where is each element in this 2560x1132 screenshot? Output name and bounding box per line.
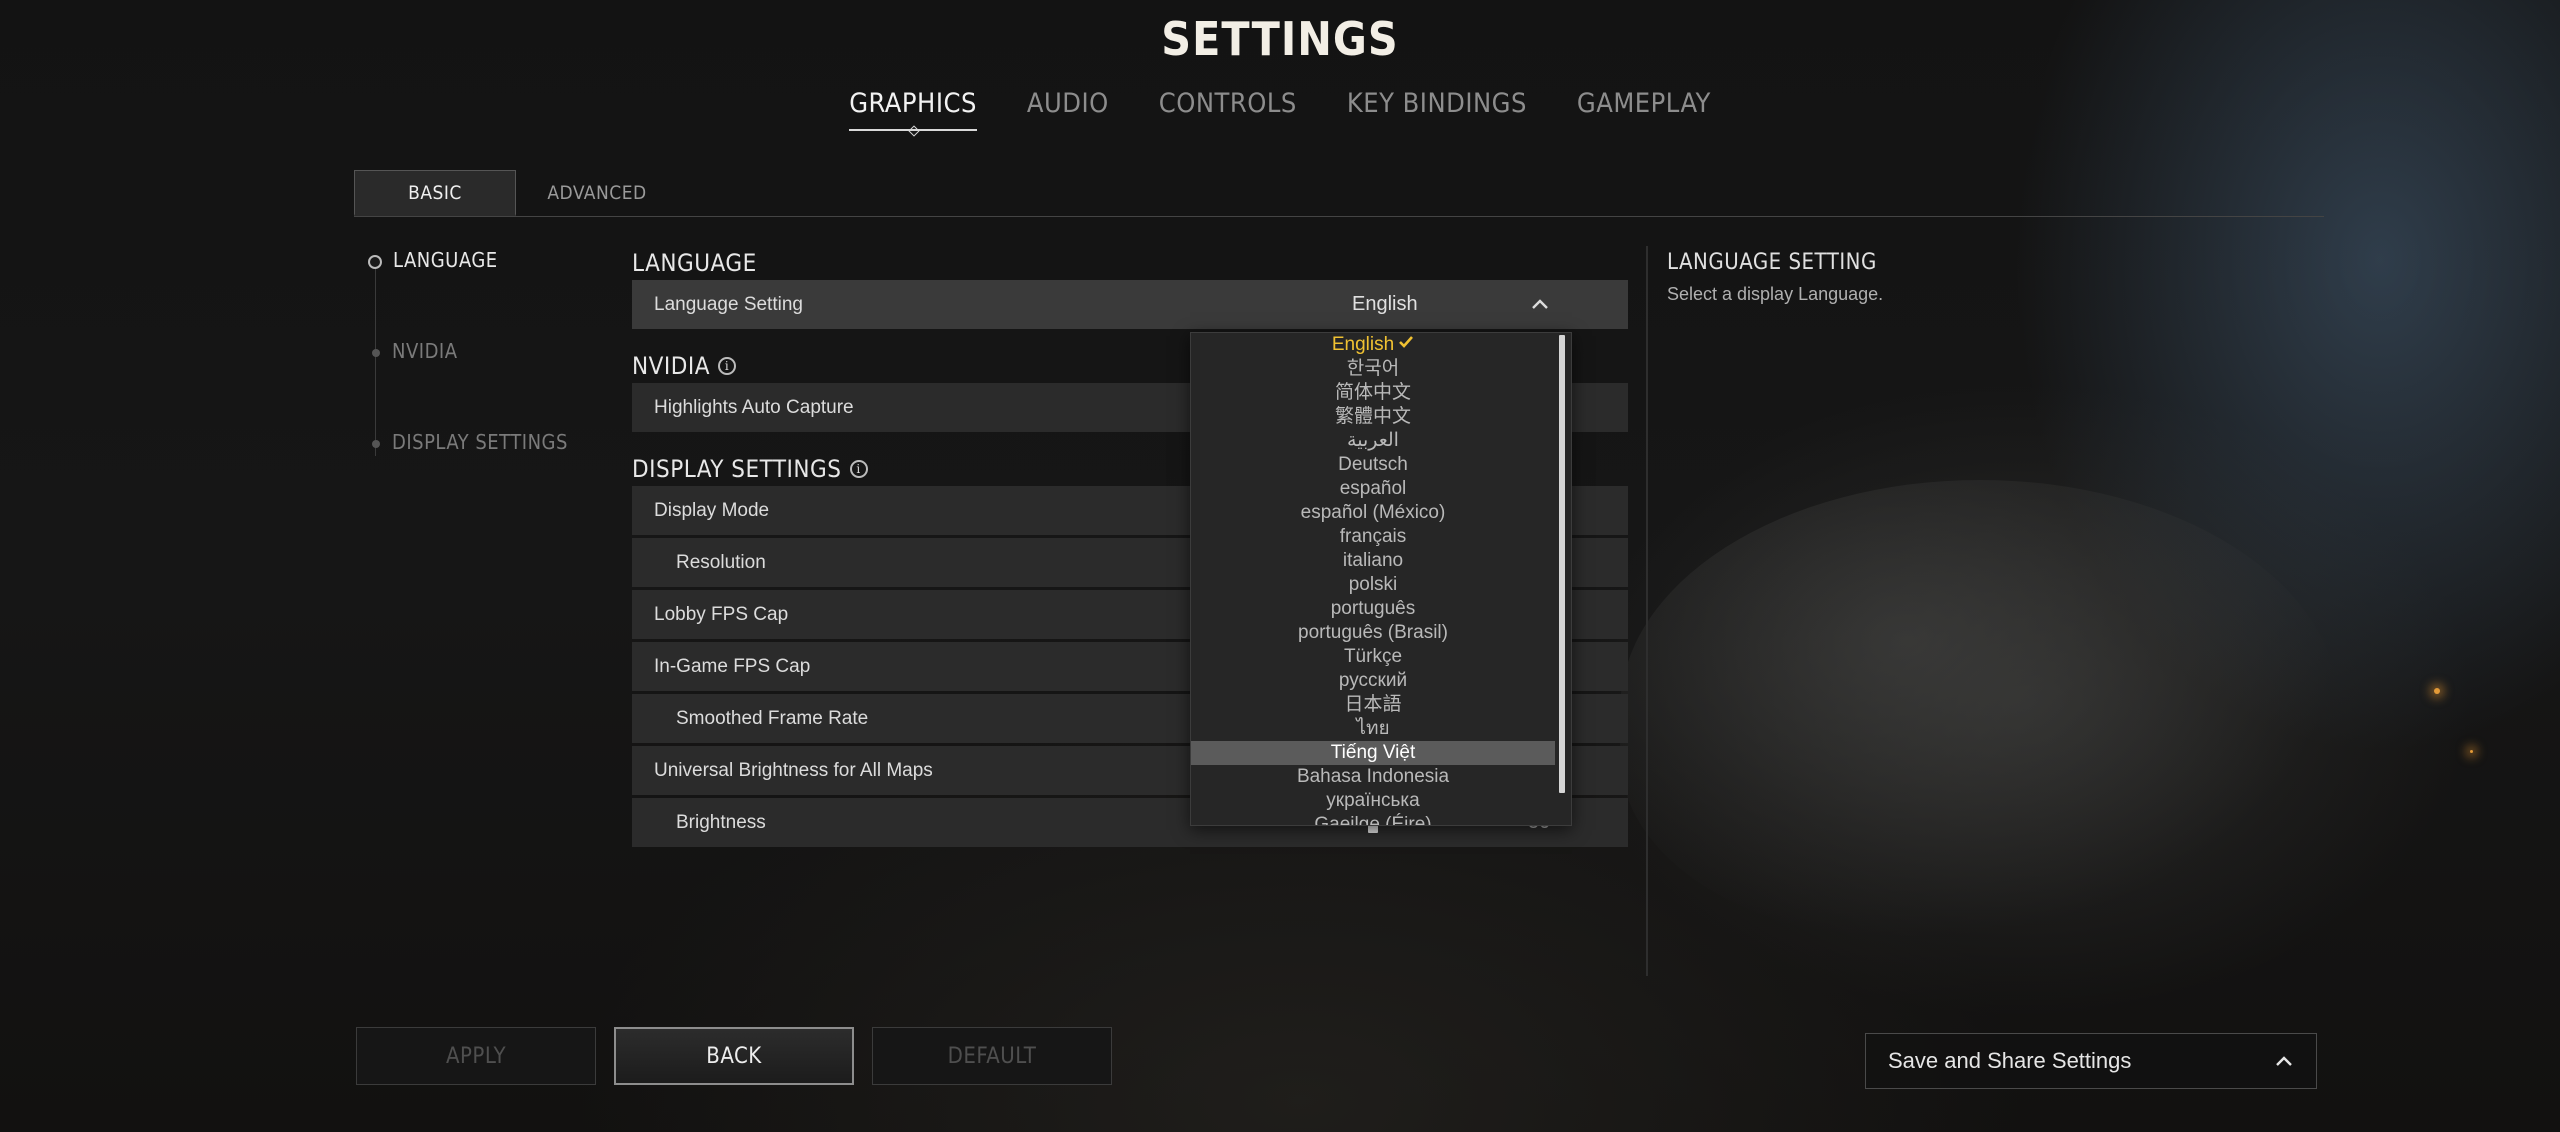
language-option[interactable]: français [1191, 525, 1555, 549]
nav-item-language[interactable]: LANGUAGE [366, 248, 568, 339]
section-nav: LANGUAGE NVIDIA DISPLAY SETTINGS [366, 248, 568, 521]
language-option-label: Deutsch [1338, 454, 1408, 475]
language-option[interactable]: español (México) [1191, 501, 1555, 525]
row-label: Display Mode [654, 499, 770, 521]
info-panel-title: LANGUAGE SETTING [1667, 250, 1877, 275]
tab-gameplay[interactable]: GAMEPLAY [1577, 88, 1711, 131]
language-option-label: Gaeilge (Éire) [1314, 814, 1432, 826]
language-option-label: русский [1338, 670, 1408, 691]
language-option[interactable]: 简体中文 [1191, 381, 1555, 405]
language-option-label: العربية [1347, 430, 1399, 451]
tab-graphics[interactable]: GRAPHICS [849, 88, 977, 131]
sub-tabs: BASIC ADVANCED [354, 170, 2324, 217]
language-option[interactable]: 繁體中文 [1191, 405, 1555, 429]
nav-dot-icon [372, 440, 380, 448]
save-and-share-settings-button[interactable]: Save and Share Settings [1865, 1033, 2317, 1089]
language-option[interactable]: ไทย [1191, 717, 1555, 741]
background-ember [2470, 750, 2473, 753]
language-option[interactable]: українська [1191, 789, 1555, 813]
chevron-up-icon[interactable] [1528, 293, 1552, 317]
chevron-up-icon [2276, 1056, 2292, 1066]
language-option-label: Türkçe [1343, 646, 1403, 667]
nav-item-nvidia[interactable]: NVIDIA [366, 339, 568, 430]
apply-button[interactable]: APPLY [356, 1027, 596, 1085]
language-option-label: português [1330, 598, 1416, 619]
language-option[interactable]: español [1191, 477, 1555, 501]
nav-item-label: DISPLAY SETTINGS [392, 430, 568, 454]
row-label: Universal Brightness for All Maps [654, 759, 933, 781]
info-icon[interactable]: i [718, 357, 737, 375]
nav-item-display-settings[interactable]: DISPLAY SETTINGS [366, 430, 568, 521]
row-label: In-Game FPS Cap [654, 655, 811, 677]
language-option-label: 简体中文 [1334, 382, 1411, 403]
subtab-advanced[interactable]: ADVANCED [516, 170, 678, 216]
section-title-text: LANGUAGE [632, 249, 757, 277]
language-option-label: français [1339, 526, 1407, 547]
tab-controls[interactable]: CONTROLS [1159, 88, 1297, 131]
default-button[interactable]: DEFAULT [872, 1027, 1112, 1085]
tab-audio[interactable]: AUDIO [1027, 88, 1109, 131]
row-label: Language Setting [654, 293, 803, 315]
subtab-basic[interactable]: BASIC [354, 170, 516, 216]
row-label: Brightness [676, 811, 766, 833]
info-panel-description: Select a display Language. [1667, 284, 1884, 304]
row-label: Smoothed Frame Rate [676, 707, 869, 729]
vertical-divider [1646, 246, 1648, 976]
language-option[interactable]: 한국어 [1191, 357, 1555, 381]
row-label: Highlights Auto Capture [654, 396, 854, 418]
page-title: SETTINGS [1161, 12, 1399, 66]
language-option-label: Tiếng Việt [1330, 742, 1416, 763]
language-option[interactable]: Türkçe [1191, 645, 1555, 669]
language-current-value: English [1352, 293, 1418, 315]
dropdown-scrollbar[interactable] [1559, 335, 1565, 793]
language-option-label: polski [1348, 574, 1398, 595]
section-title-text: NVIDIA [632, 352, 711, 380]
info-icon[interactable]: i [849, 460, 868, 478]
language-dropdown[interactable]: English 한국어 简体中文繁體中文 العربية Deutsch español e… [1190, 332, 1572, 826]
language-option[interactable]: Gaeilge (Éire) [1191, 813, 1555, 826]
language-option-label: español (México) [1300, 502, 1446, 523]
nav-dot-icon [368, 255, 382, 269]
row-label: Lobby FPS Cap [654, 603, 789, 625]
language-option-label: português (Brasil) [1298, 622, 1448, 643]
language-option-label: українська [1326, 790, 1420, 811]
language-option[interactable]: italiano [1191, 549, 1555, 573]
language-option-label: English [1331, 334, 1395, 355]
background-helmet [1620, 480, 2340, 940]
language-option-label: español [1339, 478, 1407, 499]
top-tabs: GRAPHICS AUDIO CONTROLS KEY BINDINGS GAM… [0, 88, 2560, 131]
language-option[interactable]: العربية [1191, 429, 1555, 453]
language-option[interactable]: polski [1191, 573, 1555, 597]
language-option-label: 繁體中文 [1334, 406, 1411, 427]
back-button[interactable]: BACK [614, 1027, 854, 1085]
language-option[interactable]: Tiếng Việt [1191, 741, 1555, 765]
language-option[interactable]: Bahasa Indonesia [1191, 765, 1555, 789]
language-option-label: 日本語 [1344, 694, 1402, 715]
language-options-list: English 한국어 简体中文繁體中文 العربية Deutsch español e… [1191, 333, 1555, 826]
nav-dot-icon [372, 349, 380, 357]
language-option-label: ไทย [1356, 718, 1390, 739]
section-title-language: LANGUAGE [632, 246, 1628, 280]
check-icon [1399, 336, 1414, 348]
language-option[interactable]: 日本語 [1191, 693, 1555, 717]
share-label: Save and Share Settings [1888, 1048, 2132, 1073]
nav-item-label: LANGUAGE [393, 248, 498, 272]
nav-item-label: NVIDIA [392, 339, 458, 363]
tab-key-bindings[interactable]: KEY BINDINGS [1347, 88, 1527, 131]
language-option[interactable]: português [1191, 597, 1555, 621]
language-option-label: italiano [1342, 550, 1404, 571]
section-title-text: DISPLAY SETTINGS [632, 455, 842, 483]
language-option[interactable]: русский [1191, 669, 1555, 693]
row-label: Resolution [676, 551, 766, 573]
background-ember [2434, 688, 2440, 694]
language-option-label: 한국어 [1346, 358, 1400, 379]
language-option-label: Bahasa Indonesia [1296, 766, 1450, 787]
language-option[interactable]: English [1191, 333, 1555, 357]
language-option[interactable]: português (Brasil) [1191, 621, 1555, 645]
language-option[interactable]: Deutsch [1191, 453, 1555, 477]
language-setting-row[interactable]: Language Setting English [632, 280, 1628, 329]
